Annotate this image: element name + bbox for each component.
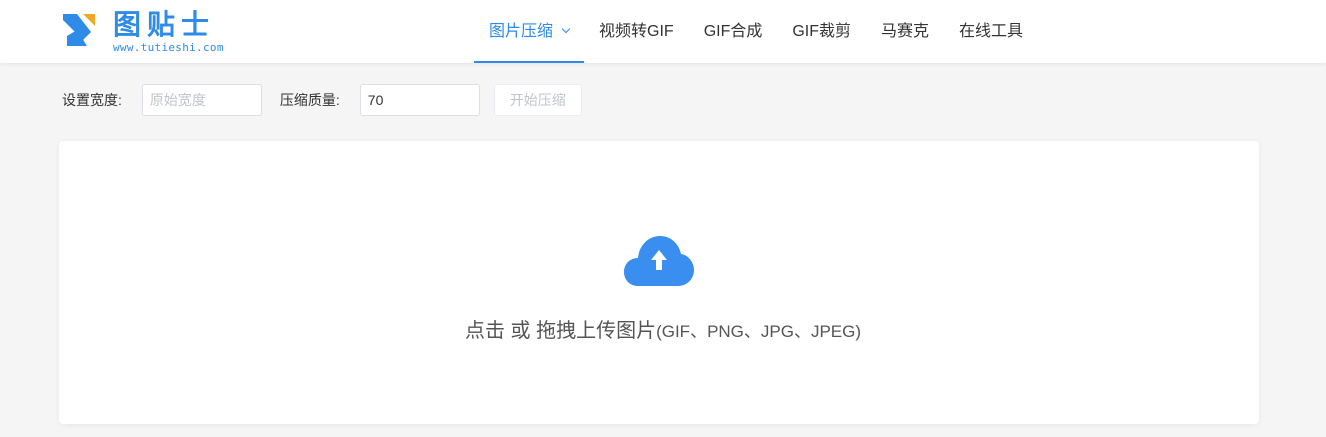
nav-item-label: 马赛克 xyxy=(881,23,930,40)
upload-hint: 点击 或 拖拽上传图片(GIF、PNG、JPG、JPEG) xyxy=(0,314,1326,343)
nav-item-label: GIF合成 xyxy=(703,23,763,40)
compress-toolbar: 设置宽度: 压缩质量: 开始压缩 xyxy=(62,84,582,116)
chevron-down-icon xyxy=(561,24,571,34)
nav-item-gif-compose[interactable]: GIF合成 xyxy=(689,0,778,63)
quality-input[interactable] xyxy=(359,84,480,116)
nav-item-label: 在线工具 xyxy=(959,23,1024,40)
width-label: 设置宽度: xyxy=(62,92,122,108)
upload-main-text: 点击 或 拖拽上传图片 xyxy=(464,320,657,342)
nav-item-label: 视频转GIF xyxy=(599,23,674,40)
nav-item-mosaic[interactable]: 马赛克 xyxy=(866,0,944,63)
nav-item-online-tools[interactable]: 在线工具 xyxy=(944,0,1038,63)
logo-mark-icon xyxy=(63,14,95,46)
main-nav: 图片压缩 视频转GIF GIF合成 GIF裁剪 马赛克 在线工具 xyxy=(474,0,1038,63)
quality-label: 压缩质量: xyxy=(279,92,340,108)
top-header: 图贴士 www.tutieshi.com 图片压缩 视频转GIF GIF合成 G… xyxy=(0,0,1326,63)
nav-item-image-compress[interactable]: 图片压缩 xyxy=(474,0,585,63)
upload-formats: (GIF、PNG、JPG、JPEG) xyxy=(656,322,862,341)
nav-item-gif-crop[interactable]: GIF裁剪 xyxy=(777,0,866,63)
nav-item-label: GIF裁剪 xyxy=(792,23,852,40)
nav-item-label: 图片压缩 xyxy=(489,23,554,40)
nav-item-video-to-gif[interactable]: 视频转GIF xyxy=(584,0,689,63)
logo[interactable]: 图贴士 www.tutieshi.com xyxy=(61,10,261,56)
width-input[interactable] xyxy=(141,84,262,116)
logo-title: 图贴士 xyxy=(113,9,216,40)
start-compress-button[interactable]: 开始压缩 xyxy=(493,84,582,116)
cloud-upload-icon xyxy=(624,236,694,286)
logo-url: www.tutieshi.com xyxy=(113,41,224,54)
